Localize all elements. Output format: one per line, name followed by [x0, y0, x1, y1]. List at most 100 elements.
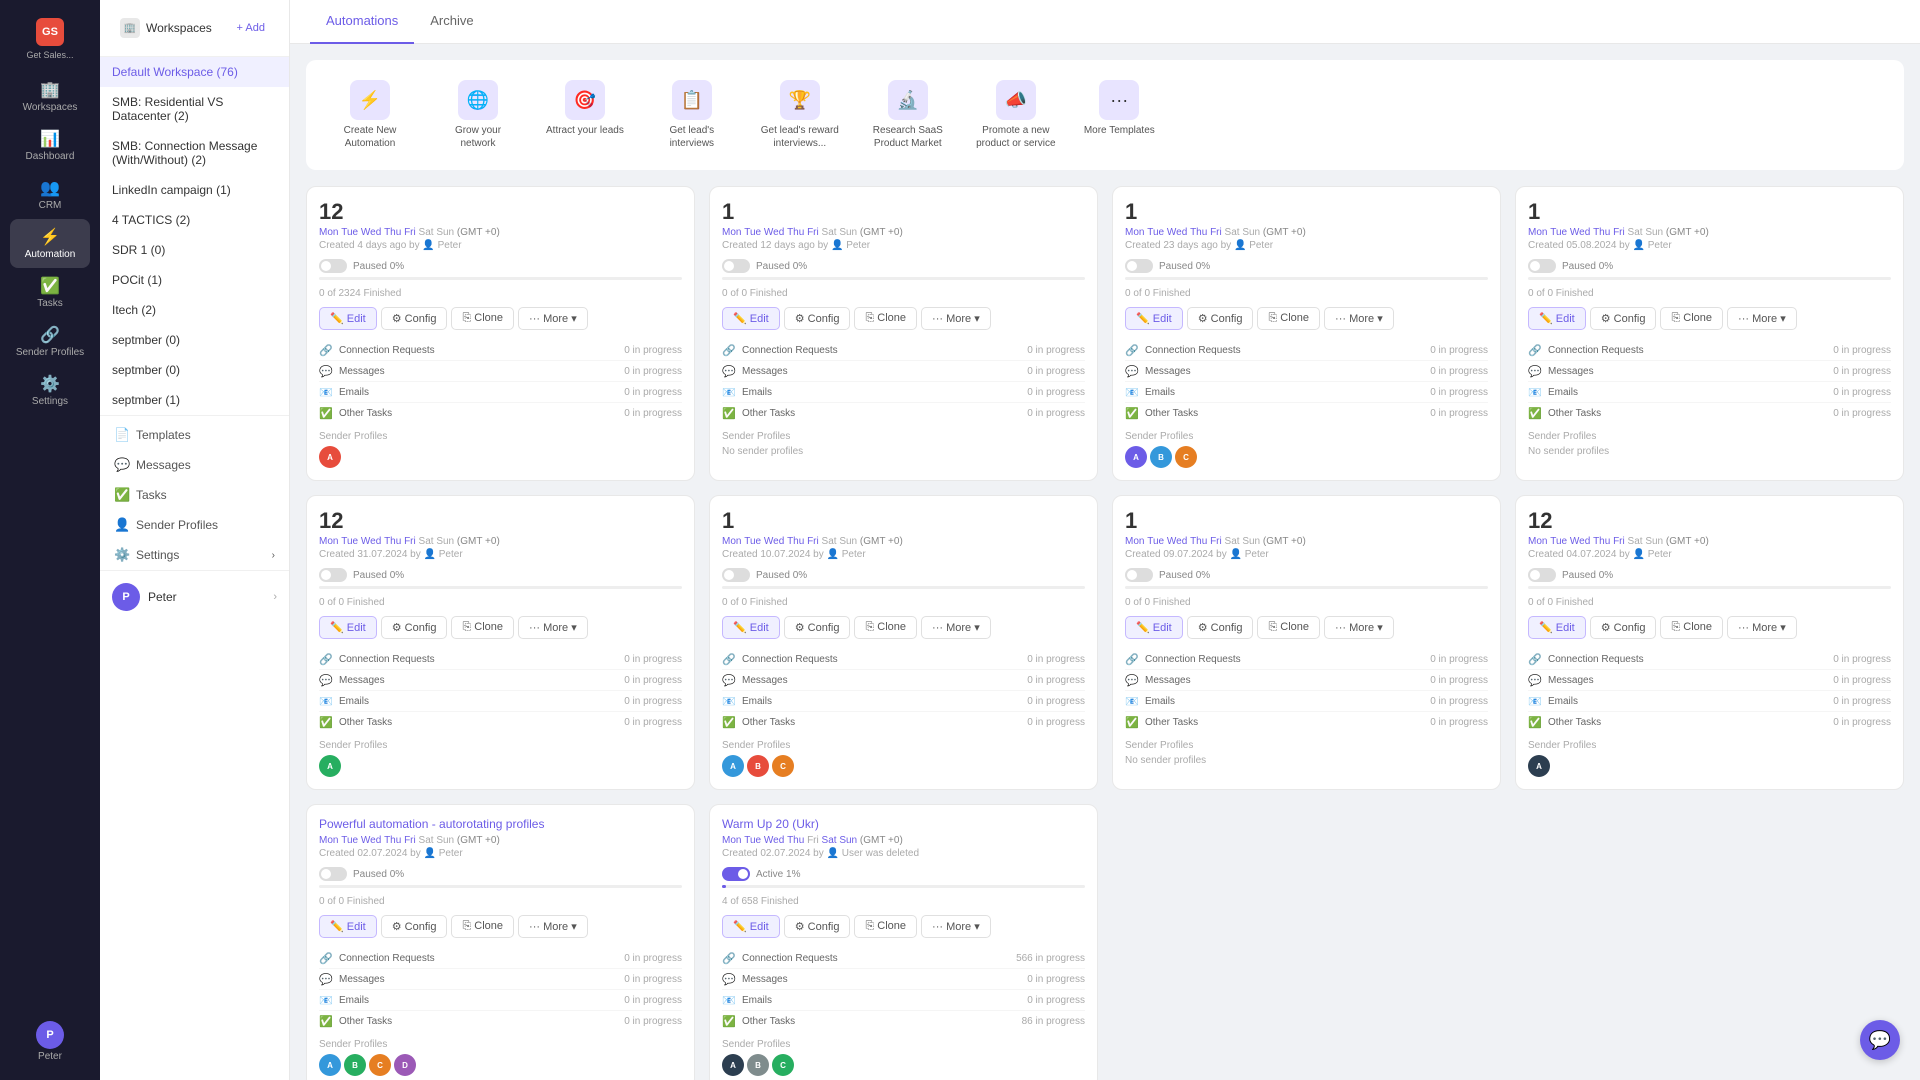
more-button-5[interactable]: ··· More ▾: [518, 616, 588, 639]
clone-button-9[interactable]: ⎘ Clone: [451, 915, 514, 938]
sidebar-item-crm[interactable]: 👥CRM: [10, 170, 90, 219]
clone-button-4[interactable]: ⎘ Clone: [1660, 307, 1723, 330]
template-btn-attract-leads[interactable]: 🎯Attract your leads: [534, 72, 636, 158]
nav-item-settings[interactable]: ⚙️Settings›: [100, 540, 289, 570]
workspace-item-3[interactable]: LinkedIn campaign (1): [100, 175, 289, 205]
sidebar-item-settings[interactable]: ⚙️Settings: [10, 366, 90, 415]
tab-automations[interactable]: Automations: [310, 0, 414, 44]
task-icon: 💬: [722, 673, 736, 687]
template-btn-create-new[interactable]: ⚡Create New Automation: [318, 72, 422, 158]
card-toggle-6[interactable]: [722, 568, 750, 582]
app-logo[interactable]: GS Get Sales...: [22, 10, 77, 68]
more-button-4[interactable]: ··· More ▾: [1727, 307, 1797, 330]
grow-network-icon: 🌐: [458, 80, 498, 120]
edit-button-9[interactable]: ✏️ Edit: [319, 915, 377, 938]
workspace-selector[interactable]: 🏢 Workspaces + Add: [112, 12, 277, 44]
template-btn-get-leads[interactable]: 📋Get lead's interviews: [640, 72, 744, 158]
clone-button-2[interactable]: ⎘ Clone: [854, 307, 917, 330]
workspace-item-0[interactable]: Default Workspace (76): [100, 57, 289, 87]
edit-button-3[interactable]: ✏️ Edit: [1125, 307, 1183, 330]
task-list-7: 🔗 Connection Requests 0 in progress 💬 Me…: [1125, 649, 1488, 732]
card-toggle-9[interactable]: [319, 867, 347, 881]
card-toggle-7[interactable]: [1125, 568, 1153, 582]
edit-button-4[interactable]: ✏️ Edit: [1528, 307, 1586, 330]
workspace-item-7[interactable]: Itech (2): [100, 295, 289, 325]
nav-item-templates[interactable]: 📄Templates: [100, 420, 289, 450]
template-btn-grow-network[interactable]: 🌐Grow your network: [426, 72, 530, 158]
card-title-10[interactable]: Warm Up 20 (Ukr): [722, 817, 1085, 831]
nav-item-tasks[interactable]: ✅Tasks: [100, 480, 289, 510]
workspace-item-4[interactable]: 4 TACTICS (2): [100, 205, 289, 235]
card-toggle-5[interactable]: [319, 568, 347, 582]
workspace-item-6[interactable]: POCit (1): [100, 265, 289, 295]
clone-button-6[interactable]: ⎘ Clone: [854, 616, 917, 639]
more-button-2[interactable]: ··· More ▾: [921, 307, 991, 330]
sidebar-item-workspace[interactable]: 🏢Workspaces: [10, 72, 90, 121]
clone-button-3[interactable]: ⎘ Clone: [1257, 307, 1320, 330]
edit-button-10[interactable]: ✏️ Edit: [722, 915, 780, 938]
card-toggle-10[interactable]: [722, 867, 750, 881]
edit-button-2[interactable]: ✏️ Edit: [722, 307, 780, 330]
config-button-6[interactable]: ⚙ Config: [784, 616, 851, 639]
workspace-item-2[interactable]: SMB: Connection Message (With/Without) (…: [100, 131, 289, 175]
workspace-item-9[interactable]: septmber (0): [100, 355, 289, 385]
more-button-8[interactable]: ··· More ▾: [1727, 616, 1797, 639]
bottom-user[interactable]: P Peter ›: [100, 570, 289, 623]
attract-leads-label: Attract your leads: [546, 124, 624, 137]
task-item: 📧 Emails 0 in progress: [319, 990, 682, 1011]
tab-archive[interactable]: Archive: [414, 0, 489, 44]
clone-button-8[interactable]: ⎘ Clone: [1660, 616, 1723, 639]
workspace-item-8[interactable]: septmber (0): [100, 325, 289, 355]
template-btn-research-saas[interactable]: 🔬Research SaaS Product Market: [856, 72, 960, 158]
nav-item-messages[interactable]: 💬Messages: [100, 450, 289, 480]
card-toggle-8[interactable]: [1528, 568, 1556, 582]
sidebar-item-automation[interactable]: ⚡Automation: [10, 219, 90, 268]
template-btn-more-templates[interactable]: ···More Templates: [1072, 72, 1167, 158]
card-toggle-2[interactable]: [722, 259, 750, 273]
clone-button-7[interactable]: ⎘ Clone: [1257, 616, 1320, 639]
clone-button-10[interactable]: ⎘ Clone: [854, 915, 917, 938]
edit-button-8[interactable]: ✏️ Edit: [1528, 616, 1586, 639]
edit-button-7[interactable]: ✏️ Edit: [1125, 616, 1183, 639]
template-btn-get-leads-reward[interactable]: 🏆Get lead's reward interviews...: [748, 72, 852, 158]
sidebar-user[interactable]: P Peter: [10, 1013, 90, 1070]
sidebar-item-sender-profiles[interactable]: 🔗Sender Profiles: [10, 317, 90, 366]
more-button-10[interactable]: ··· More ▾: [921, 915, 991, 938]
more-button-1[interactable]: ··· More ▾: [518, 307, 588, 330]
task-name: Emails: [742, 387, 1027, 398]
task-item: 💬 Messages 0 in progress: [1528, 670, 1891, 691]
config-button-8[interactable]: ⚙ Config: [1590, 616, 1657, 639]
workspace-item-5[interactable]: SDR 1 (0): [100, 235, 289, 265]
sidebar-item-tasks[interactable]: ✅Tasks: [10, 268, 90, 317]
card-toggle-3[interactable]: [1125, 259, 1153, 273]
config-button-1[interactable]: ⚙ Config: [381, 307, 448, 330]
edit-button-1[interactable]: ✏️ Edit: [319, 307, 377, 330]
config-button-2[interactable]: ⚙ Config: [784, 307, 851, 330]
config-button-5[interactable]: ⚙ Config: [381, 616, 448, 639]
config-button-4[interactable]: ⚙ Config: [1590, 307, 1657, 330]
more-button-7[interactable]: ··· More ▾: [1324, 616, 1394, 639]
task-icon: 💬: [1528, 364, 1542, 378]
template-btn-promote-new[interactable]: 📣Promote a new product or service: [964, 72, 1068, 158]
more-button-3[interactable]: ··· More ▾: [1324, 307, 1394, 330]
config-button-3[interactable]: ⚙ Config: [1187, 307, 1254, 330]
card-toggle-4[interactable]: [1528, 259, 1556, 273]
sidebar-item-dashboard[interactable]: 📊Dashboard: [10, 121, 90, 170]
clone-button-5[interactable]: ⎘ Clone: [451, 616, 514, 639]
more-button-6[interactable]: ··· More ▾: [921, 616, 991, 639]
config-button-10[interactable]: ⚙ Config: [784, 915, 851, 938]
add-workspace-button[interactable]: + Add: [233, 20, 269, 36]
card-toggle-1[interactable]: [319, 259, 347, 273]
workspace-item-10[interactable]: septmber (1): [100, 385, 289, 415]
task-count: 0 in progress: [624, 654, 682, 665]
config-button-7[interactable]: ⚙ Config: [1187, 616, 1254, 639]
clone-button-1[interactable]: ⎘ Clone: [451, 307, 514, 330]
edit-button-6[interactable]: ✏️ Edit: [722, 616, 780, 639]
chat-bubble[interactable]: 💬: [1860, 1020, 1900, 1060]
card-title-9[interactable]: Powerful automation - autorotating profi…: [319, 817, 682, 831]
more-button-9[interactable]: ··· More ▾: [518, 915, 588, 938]
edit-button-5[interactable]: ✏️ Edit: [319, 616, 377, 639]
workspace-item-1[interactable]: SMB: Residential VS Datacenter (2): [100, 87, 289, 131]
nav-item-sender-profiles[interactable]: 👤Sender Profiles: [100, 510, 289, 540]
config-button-9[interactable]: ⚙ Config: [381, 915, 448, 938]
